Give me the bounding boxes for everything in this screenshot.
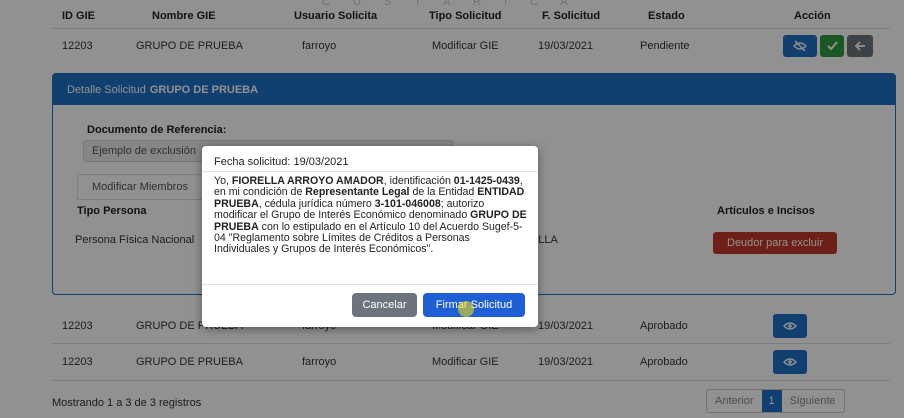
modal-divider — [202, 284, 538, 285]
request-date: Fecha solicitud: 19/03/2021 — [214, 156, 349, 168]
cursor-pointer-icon — [458, 301, 474, 317]
sign-request-modal: Fecha solicitud: 19/03/2021 Yo, FIORELLA… — [202, 146, 538, 327]
modal-divider — [202, 171, 538, 172]
cancel-button[interactable]: Cancelar — [352, 293, 417, 317]
sign-request-button[interactable]: Firmar Solicitud — [423, 293, 525, 317]
authorization-text: Yo, FIORELLA ARROYO AMADOR, identificaci… — [214, 175, 527, 256]
